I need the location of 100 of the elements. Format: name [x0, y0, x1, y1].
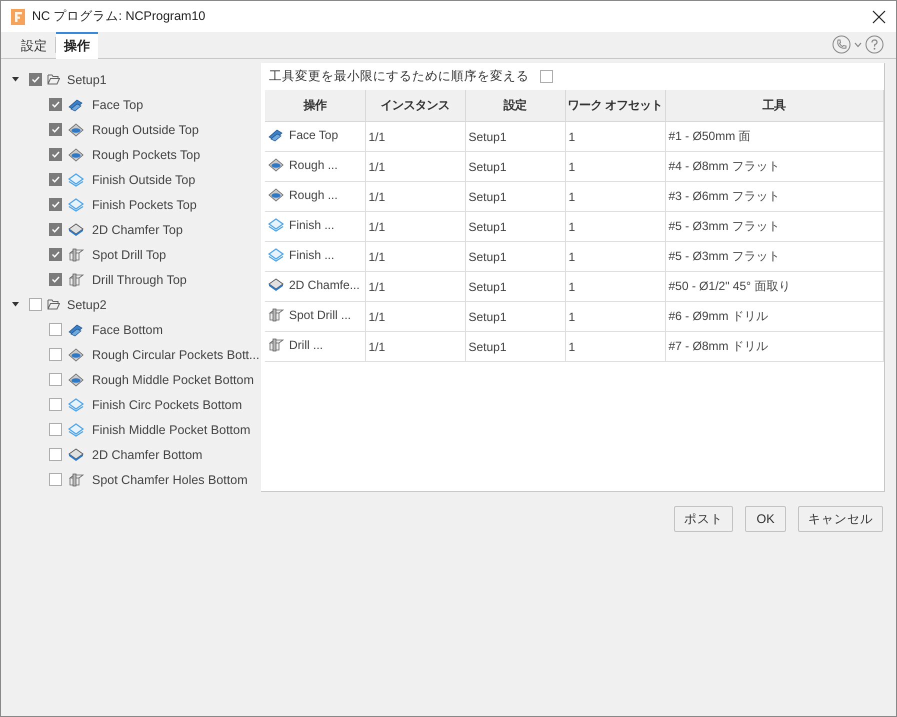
- table-cell: 1/1: [365, 272, 465, 302]
- operation-label[interactable]: Rough Outside Top: [92, 122, 199, 136]
- caret-icon[interactable]: [854, 42, 862, 48]
- table-cell: #1 - Ø50mm 面: [665, 122, 883, 152]
- table-cell: #5 - Ø3mm フラット: [665, 242, 883, 272]
- operation-label[interactable]: 2D Chamfer Top: [92, 222, 183, 236]
- table-cell: Finish ...: [265, 242, 365, 272]
- checkbox[interactable]: [49, 248, 62, 261]
- operation-label[interactable]: Finish Middle Pocket Bottom: [92, 422, 250, 436]
- checkbox[interactable]: [49, 473, 62, 486]
- checkbox[interactable]: [49, 373, 62, 386]
- table-cell: 1/1: [365, 302, 465, 332]
- table-cell: #50 - Ø1/2" 45° 面取り: [665, 272, 883, 302]
- operation-label[interactable]: Spot Drill Top: [92, 248, 166, 262]
- layered-diamond-icon: [68, 198, 84, 212]
- checkbox[interactable]: [49, 148, 62, 161]
- table-cell: #4 - Ø8mm フラット: [665, 152, 883, 182]
- table-cell: Setup1: [465, 242, 565, 272]
- column-header[interactable]: ワーク オフセット: [565, 90, 665, 122]
- table-cell: Setup1: [465, 332, 565, 362]
- checkbox[interactable]: [540, 70, 553, 83]
- table-cell: Setup1: [465, 302, 565, 332]
- pocket-icon: [68, 122, 84, 136]
- table-cell: 1: [565, 182, 665, 212]
- column-header[interactable]: 設定: [465, 90, 565, 122]
- table-cell: 1: [565, 272, 665, 302]
- expanded-arrow-icon[interactable]: [10, 77, 20, 82]
- tab[interactable]: 操作: [56, 32, 98, 59]
- table-cell: #6 - Ø9mm ドリル: [665, 302, 883, 332]
- operation-label[interactable]: Finish Pockets Top: [92, 198, 197, 212]
- pocket-icon: [268, 188, 284, 202]
- help-icon[interactable]: [865, 35, 884, 54]
- setup-label[interactable]: Setup2: [67, 298, 107, 312]
- layered-diamond-icon: [268, 218, 284, 232]
- checkbox[interactable]: [49, 173, 62, 186]
- dialog-button[interactable]: キャンセル: [798, 506, 883, 532]
- chamfer-icon: [68, 222, 84, 236]
- checkbox[interactable]: [49, 423, 62, 436]
- checkbox[interactable]: [29, 73, 42, 86]
- operation-label[interactable]: Spot Chamfer Holes Bottom: [92, 472, 248, 486]
- checkbox[interactable]: [49, 348, 62, 361]
- operation-label[interactable]: Rough Circular Pockets Bott...: [92, 348, 260, 362]
- checkbox[interactable]: [49, 98, 62, 111]
- operation-label[interactable]: Face Bottom: [92, 322, 163, 336]
- table-cell: 1/1: [365, 242, 465, 272]
- face-milling-icon: [68, 322, 84, 336]
- table-cell: 1/1: [365, 122, 465, 152]
- drill-block-icon: [68, 272, 84, 286]
- layered-diamond-icon: [68, 422, 84, 436]
- dialog-button[interactable]: ポスト: [674, 506, 733, 532]
- operation-label[interactable]: Rough Pockets Top: [92, 148, 200, 162]
- operation-label[interactable]: Finish Circ Pockets Bottom: [92, 398, 242, 412]
- table-cell: 1: [565, 332, 665, 362]
- operation-label[interactable]: 2D Chamfer Bottom: [92, 448, 202, 462]
- table-cell: 1/1: [365, 212, 465, 242]
- table-cell: 1: [565, 302, 665, 332]
- table-cell: Rough ...: [265, 182, 365, 212]
- column-header[interactable]: 操作: [265, 90, 365, 122]
- phone-icon[interactable]: [832, 35, 851, 54]
- chamfer-icon: [268, 278, 284, 292]
- chamfer-icon: [68, 448, 84, 462]
- drill-block-icon: [268, 308, 284, 322]
- table-cell: Setup1: [465, 122, 565, 152]
- checkbox[interactable]: [49, 198, 62, 211]
- layered-diamond-icon: [68, 398, 84, 412]
- operation-label[interactable]: Face Top: [92, 98, 144, 112]
- table-cell: 1: [565, 212, 665, 242]
- pocket-icon: [68, 372, 84, 386]
- operation-label[interactable]: Finish Outside Top: [92, 172, 196, 186]
- layered-diamond-icon: [268, 248, 284, 262]
- table-cell: #7 - Ø8mm ドリル: [665, 332, 883, 362]
- column-header[interactable]: インスタンス: [365, 90, 465, 122]
- checkbox[interactable]: [49, 273, 62, 286]
- checkbox[interactable]: [29, 298, 42, 311]
- pocket-icon: [68, 148, 84, 162]
- checkbox[interactable]: [49, 323, 62, 336]
- checkbox[interactable]: [49, 223, 62, 236]
- checkbox[interactable]: [49, 398, 62, 411]
- drill-block-icon: [268, 338, 284, 352]
- checkbox[interactable]: [49, 448, 62, 461]
- table-cell: Spot Drill ...: [265, 302, 365, 332]
- dialog-button[interactable]: OK: [745, 506, 786, 532]
- face-milling-icon: [68, 98, 84, 112]
- app-logo-icon: [11, 8, 25, 24]
- column-header[interactable]: 工具: [665, 90, 883, 122]
- tab[interactable]: 設定: [13, 32, 55, 59]
- close-icon[interactable]: [872, 10, 886, 24]
- table-cell: Face Top: [265, 122, 365, 152]
- folder-icon: [47, 74, 60, 85]
- table-cell: 1/1: [365, 332, 465, 362]
- table-cell: Setup1: [465, 272, 565, 302]
- checkbox[interactable]: [49, 123, 62, 136]
- table-cell: 2D Chamfe...: [265, 272, 365, 302]
- expanded-arrow-icon[interactable]: [10, 302, 20, 307]
- operation-label[interactable]: Rough Middle Pocket Bottom: [92, 372, 254, 386]
- table-cell: Drill ...: [265, 332, 365, 362]
- setup-label[interactable]: Setup1: [67, 72, 107, 86]
- operation-label[interactable]: Drill Through Top: [92, 272, 187, 286]
- drill-block-icon: [68, 248, 84, 262]
- table-cell: #3 - Ø6mm フラット: [665, 182, 883, 212]
